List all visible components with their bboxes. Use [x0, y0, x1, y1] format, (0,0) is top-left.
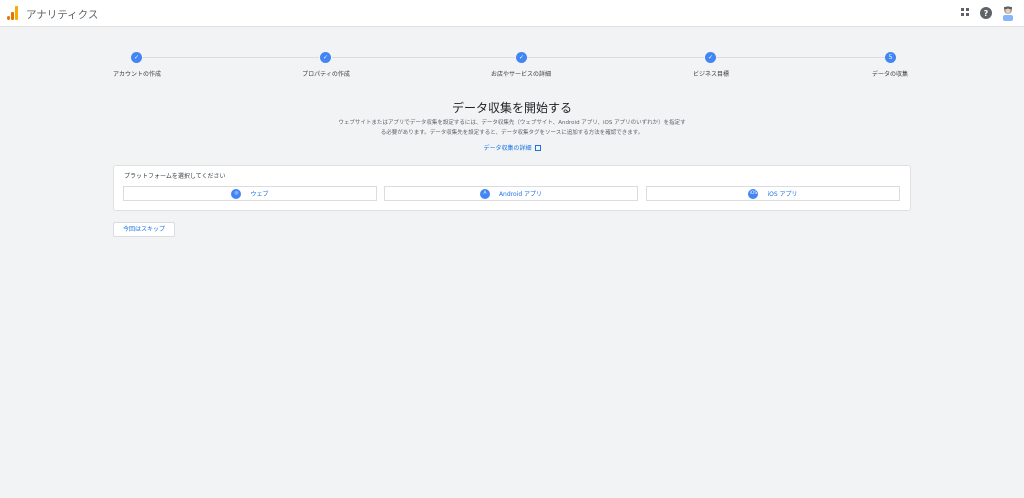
top-app-bar: アナリティクス ?	[0, 0, 1024, 27]
step-2-check-icon: ✓	[320, 52, 331, 63]
skip-button[interactable]: 今回はスキップ	[113, 222, 175, 237]
step-label-current: データの収集	[871, 71, 909, 78]
learn-more-label[interactable]: データ収集の詳細	[483, 145, 531, 152]
help-icon[interactable]: ?	[980, 7, 992, 19]
platform-label: iOS アプリ	[767, 191, 798, 198]
step-label: お店やサービスの詳細	[490, 71, 552, 78]
page-description: ウェブサイトまたはアプリでデータ収集を設定するには、データ収集先（ウェブサイト、…	[338, 120, 686, 136]
stepper-connector	[716, 57, 885, 58]
stepper-connector	[527, 57, 704, 58]
platform-label: ウェブ	[250, 191, 269, 198]
android-icon: A	[479, 188, 490, 199]
analytics-logo-icon[interactable]	[7, 6, 19, 20]
page-title: データ収集を開始する	[451, 101, 572, 115]
setup-stepper: ✓ ✓ ✓ ✓ 5 アカウントの作成 プロパティの作成 お店やサービスの詳細 ビ…	[0, 52, 1024, 82]
avatar[interactable]	[1000, 5, 1016, 22]
step-label: プロパティの作成	[302, 71, 350, 78]
platform-card-title: プラットフォームを選択してください	[124, 173, 226, 180]
platform-label: Android アプリ	[498, 191, 543, 198]
platform-android-button[interactable]: A Android アプリ	[384, 186, 638, 201]
stepper-connector	[143, 57, 319, 58]
globe-icon: ◎	[231, 188, 242, 199]
platform-ios-button[interactable]: iOS iOS アプリ	[646, 186, 900, 201]
stepper-connector	[332, 57, 515, 58]
step-1-check-icon: ✓	[131, 52, 142, 63]
step-5-number: 5	[885, 52, 896, 63]
step-3-check-icon: ✓	[516, 52, 527, 63]
step-4-check-icon: ✓	[705, 52, 716, 63]
step-label: ビジネス目標	[692, 71, 730, 78]
step-label: アカウントの作成	[112, 71, 162, 78]
app-title: アナリティクス	[26, 9, 99, 21]
ios-icon: iOS	[748, 188, 759, 199]
platform-select-card: プラットフォームを選択してください ◎ ウェブ A Android アプリ iO…	[113, 165, 911, 211]
apps-grid-icon[interactable]	[960, 7, 973, 20]
learn-more-link[interactable]: データ収集の詳細	[0, 143, 1024, 152]
platform-web-button[interactable]: ◎ ウェブ	[123, 186, 377, 201]
external-link-icon[interactable]	[534, 145, 541, 151]
